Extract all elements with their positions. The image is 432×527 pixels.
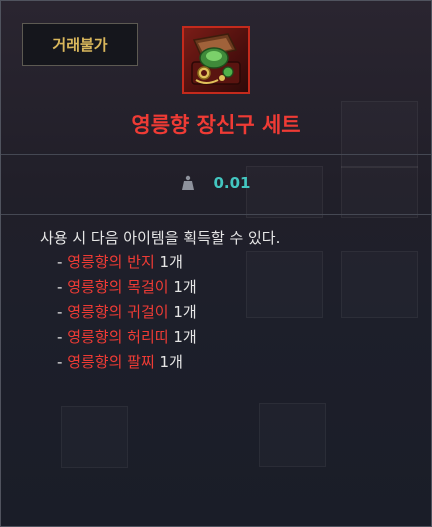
- reward-item-qty: 1개: [168, 303, 197, 321]
- item-tooltip: 거래불가 영릉향 장신구 세트 0.01 사용 시 다음 아이템을 획득할 수 …: [0, 0, 432, 527]
- list-item: - 영릉향의 귀걸이 1개: [57, 300, 197, 325]
- reward-item-qty: 1개: [154, 353, 183, 371]
- list-item: - 영릉향의 반지 1개: [57, 250, 197, 275]
- weight-row: 0.01: [1, 169, 431, 197]
- background-panel: [246, 251, 323, 318]
- divider: [1, 154, 431, 155]
- divider: [1, 214, 431, 215]
- reward-item-qty: 1개: [168, 328, 197, 346]
- reward-item-name: 영릉향의 목걸이: [67, 278, 169, 296]
- list-item: - 영릉향의 허리띠 1개: [57, 325, 197, 350]
- reward-item-name: 영릉향의 허리띠: [67, 328, 169, 346]
- weight-icon: [182, 175, 195, 190]
- list-item: - 영릉향의 팔찌 1개: [57, 350, 197, 375]
- item-title: 영릉향 장신구 세트: [131, 113, 301, 137]
- reward-item-name: 영릉향의 팔찌: [67, 353, 155, 371]
- list-bullet: -: [57, 303, 68, 321]
- background-panel: [341, 251, 418, 318]
- list-bullet: -: [57, 278, 68, 296]
- list-item: - 영릉향의 목걸이 1개: [57, 275, 197, 300]
- item-description: 사용 시 다음 아이템을 획득할 수 있다.: [40, 229, 281, 247]
- list-bullet: -: [57, 253, 68, 271]
- reward-item-name: 영릉향의 귀걸이: [67, 303, 169, 321]
- weight-value: 0.01: [213, 174, 251, 192]
- reward-list: - 영릉향의 반지 1개 - 영릉향의 목걸이 1개 - 영릉향의 귀걸이 1개…: [57, 250, 197, 375]
- list-bullet: -: [57, 353, 68, 371]
- background-panel: [259, 403, 326, 467]
- untradable-badge: 거래불가: [22, 23, 138, 66]
- list-bullet: -: [57, 328, 68, 346]
- reward-item-qty: 1개: [154, 253, 183, 271]
- reward-item-qty: 1개: [168, 278, 197, 296]
- background-panel: [61, 406, 128, 468]
- accessory-set-chest-icon: [191, 33, 241, 85]
- item-icon-frame: [182, 26, 250, 94]
- reward-item-name: 영릉향의 반지: [67, 253, 155, 271]
